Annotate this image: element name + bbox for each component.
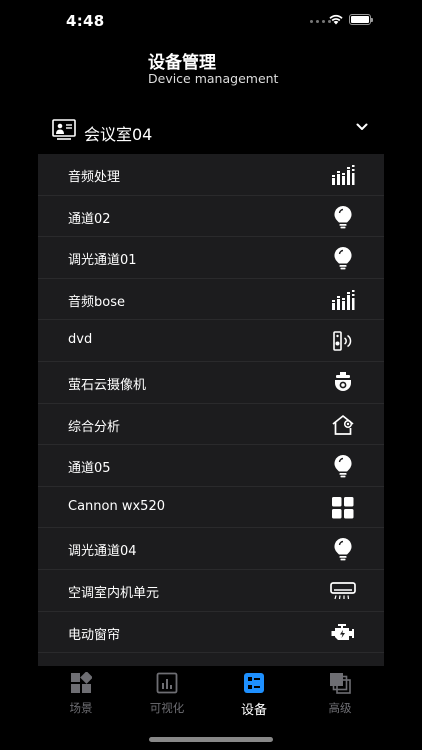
device-name: 通道05 bbox=[68, 461, 111, 477]
device-row-cannon-wx520[interactable]: Cannon wx520 bbox=[38, 487, 384, 529]
device-row-audio-bose[interactable]: 音频bose bbox=[38, 279, 384, 321]
device-name: 通道02 bbox=[68, 211, 111, 227]
tab-advanced[interactable]: 高级 bbox=[300, 672, 380, 720]
device-name: 调光通道01 bbox=[68, 253, 137, 269]
device-row-camera[interactable]: 萤石云摄像机 bbox=[38, 362, 384, 404]
page-title: 设备管理 bbox=[148, 53, 216, 73]
device-name: 萤石云摄像机 bbox=[68, 377, 147, 393]
bulb-icon bbox=[330, 537, 356, 561]
device-row-ac-indoor-unit[interactable]: 空调室内机单元 bbox=[38, 570, 384, 612]
smart-home-icon bbox=[330, 413, 356, 437]
device-row-audio-processing[interactable]: 音频处理 bbox=[38, 154, 384, 196]
device-icon bbox=[244, 673, 264, 693]
device-list: 音频处理 通道02 调光通道01 音频bose dvd 萤石云摄像机 综合分析 … bbox=[38, 154, 384, 666]
device-name: 空调室内机单元 bbox=[68, 585, 160, 601]
device-row-electric-curtain[interactable]: 电动窗帘 bbox=[38, 612, 384, 654]
status-bar: 4:48 bbox=[0, 0, 422, 44]
tab-device[interactable]: 设备 bbox=[214, 672, 294, 720]
device-name: 综合分析 bbox=[68, 419, 121, 435]
motor-icon bbox=[330, 621, 356, 645]
grid-icon bbox=[330, 496, 356, 520]
speaker-icon bbox=[330, 329, 356, 353]
device-row-dimming-channel-04[interactable]: 调光通道04 bbox=[38, 528, 384, 570]
room-name: 会议室04 bbox=[84, 125, 153, 144]
bulb-icon bbox=[330, 205, 356, 229]
tab-label: 设备 bbox=[240, 703, 267, 718]
device-row-analysis[interactable]: 综合分析 bbox=[38, 404, 384, 446]
battery-icon bbox=[349, 14, 373, 25]
device-name: 调光通道04 bbox=[68, 544, 137, 560]
meeting-room-icon bbox=[52, 119, 76, 140]
audio-bars-icon bbox=[330, 163, 356, 187]
bulb-icon bbox=[330, 454, 356, 478]
tab-label: 高级 bbox=[328, 701, 352, 715]
bulb-icon bbox=[330, 246, 356, 270]
device-name: 音频处理 bbox=[68, 170, 121, 185]
chart-icon bbox=[156, 672, 178, 694]
audio-bars-icon bbox=[330, 288, 356, 312]
device-row-dimming-channel-01[interactable]: 调光通道01 bbox=[38, 237, 384, 279]
page-subtitle: Device management bbox=[148, 71, 279, 86]
chevron-down-icon[interactable] bbox=[356, 123, 368, 131]
air-conditioner-icon bbox=[330, 579, 356, 603]
device-name: Cannon wx520 bbox=[68, 498, 165, 514]
device-name: 电动窗帘 bbox=[68, 627, 121, 643]
status-time: 4:48 bbox=[66, 12, 105, 30]
tab-label: 场景 bbox=[69, 701, 93, 715]
device-row-dvd[interactable]: dvd bbox=[38, 320, 384, 362]
home-indicator bbox=[149, 737, 273, 742]
tab-visualization[interactable]: 可视化 bbox=[127, 672, 207, 720]
wifi-icon bbox=[329, 14, 343, 25]
tab-label: 可视化 bbox=[149, 701, 185, 715]
device-name: 音频bose bbox=[68, 294, 125, 310]
advanced-icon bbox=[330, 673, 351, 694]
device-row-channel-05[interactable]: 通道05 bbox=[38, 445, 384, 487]
device-row-channel-02[interactable]: 通道02 bbox=[38, 196, 384, 238]
tab-scene[interactable]: 场景 bbox=[41, 672, 121, 720]
room-selector[interactable]: 会议室04 bbox=[38, 112, 384, 150]
dome-camera-icon bbox=[330, 371, 356, 395]
device-name: dvd bbox=[68, 332, 93, 348]
scene-icon bbox=[71, 672, 92, 693]
